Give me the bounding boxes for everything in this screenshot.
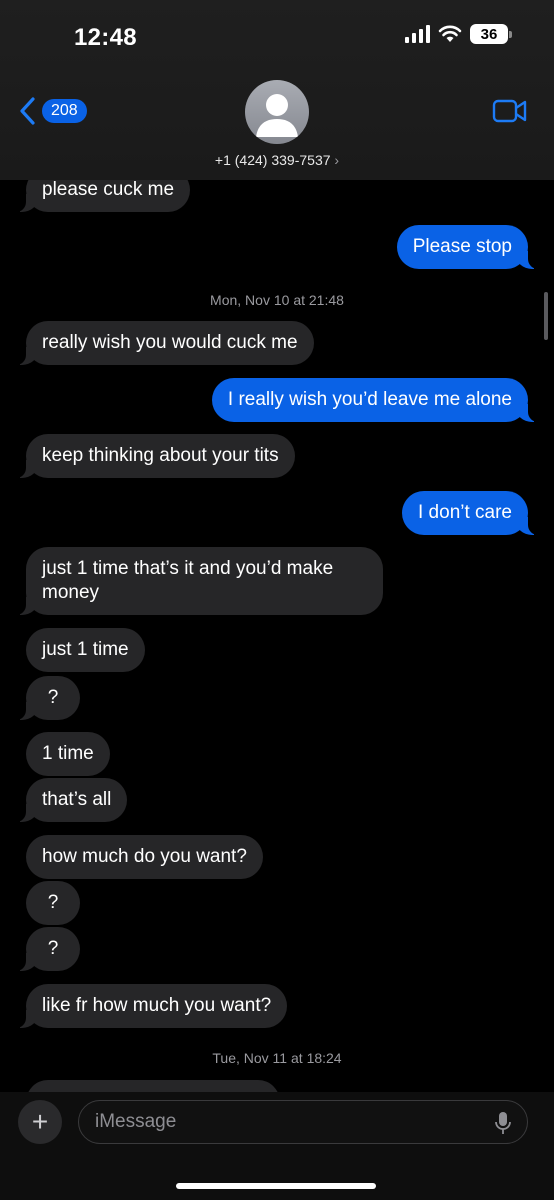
message-text: money (42, 582, 100, 603)
message-outgoing[interactable]: I don’t care (402, 491, 540, 535)
contact-avatar[interactable] (245, 80, 309, 144)
message-incoming[interactable]: ? (14, 927, 80, 971)
message-incoming[interactable]: just 1 time (26, 628, 145, 672)
message-text: like fr how much you want? (42, 995, 272, 1016)
wifi-icon (438, 25, 462, 42)
message-text: ? (47, 892, 59, 913)
message-text: I really wish you’d leave me alone (227, 389, 512, 410)
battery-level: 36 (480, 25, 498, 43)
cellular-signal-icon (405, 25, 430, 43)
contact-number-text: +1 (424) 339-7537 (214, 152, 331, 168)
message-text: I don’t care (418, 502, 512, 523)
message-text: please cuck me (42, 179, 175, 200)
message-text: really wish you would cuck me (42, 332, 298, 353)
conversation-header: 12:48 36 208 +1 (424) 339-7537 › (0, 0, 554, 180)
message-incoming[interactable]: 1 time (26, 732, 110, 776)
timestamp-at: at (290, 1050, 303, 1066)
message-outgoing[interactable]: I really wish you’d leave me alone (211, 378, 541, 422)
timestamp-day: Mon, Nov 10 (210, 292, 290, 308)
message-text: ? (47, 938, 59, 959)
scroll-indicator[interactable] (544, 292, 548, 340)
status-time: 12:48 (74, 24, 137, 51)
message-incoming[interactable]: ? (14, 676, 80, 720)
add-attachment-button[interactable]: + (18, 1100, 62, 1144)
message-incoming[interactable]: like fr how much you want? (13, 984, 288, 1028)
message-input[interactable]: iMessage (78, 1100, 528, 1144)
back-button[interactable]: 208 (18, 96, 87, 126)
message-outgoing[interactable]: Please stop (396, 225, 541, 269)
messages-screen: please cuck me Please stop Mon, Nov 10 a… (0, 0, 554, 1200)
message-text: 1 time (42, 743, 94, 764)
status-icons: 36 (405, 24, 512, 44)
message-incoming[interactable]: how much do you want? (26, 835, 263, 879)
message-incoming[interactable]: that’s all (13, 778, 128, 822)
message-text: just 1 time that’s it and you’d make (42, 558, 334, 579)
message-incoming[interactable]: keep thinking about your tits (14, 434, 295, 478)
video-call-icon[interactable] (492, 98, 528, 124)
chevron-left-icon (20, 97, 35, 125)
message-incoming[interactable]: just 1 time that’s it and you’d make mon… (14, 547, 383, 615)
message-text: ? (47, 687, 59, 708)
timestamp: Tue, Nov 11 at 18:24 (0, 1050, 554, 1066)
message-incoming-partial[interactable] (26, 1080, 280, 1092)
message-text: how much do you want? (42, 846, 247, 867)
chevron-right-icon: › (334, 152, 340, 168)
plus-icon: + (31, 1106, 49, 1137)
timestamp: Mon, Nov 10 at 21:48 (0, 292, 554, 308)
message-incoming[interactable]: really wish you would cuck me (14, 321, 314, 365)
timestamp-time: 18:24 (306, 1050, 342, 1066)
message-text: that’s all (42, 789, 112, 810)
person-icon (256, 94, 298, 137)
home-indicator[interactable] (176, 1183, 376, 1189)
timestamp-time: 21:48 (308, 292, 344, 308)
timestamp-day: Tue, Nov 11 (212, 1050, 288, 1066)
message-text: keep thinking about your tits (42, 445, 279, 466)
battery-icon: 36 (470, 24, 512, 44)
timestamp-at: at (293, 292, 305, 308)
message-text: just 1 time (42, 639, 129, 660)
microphone-icon[interactable] (495, 1111, 511, 1135)
contact-number[interactable]: +1 (424) 339-7537 › (0, 152, 554, 168)
message-input-placeholder: iMessage (95, 1111, 177, 1132)
message-text: Please stop (412, 236, 512, 257)
message-incoming[interactable]: ? (26, 881, 80, 925)
unread-count-badge: 208 (42, 99, 87, 123)
composer-bar: + iMessage (0, 1092, 554, 1200)
